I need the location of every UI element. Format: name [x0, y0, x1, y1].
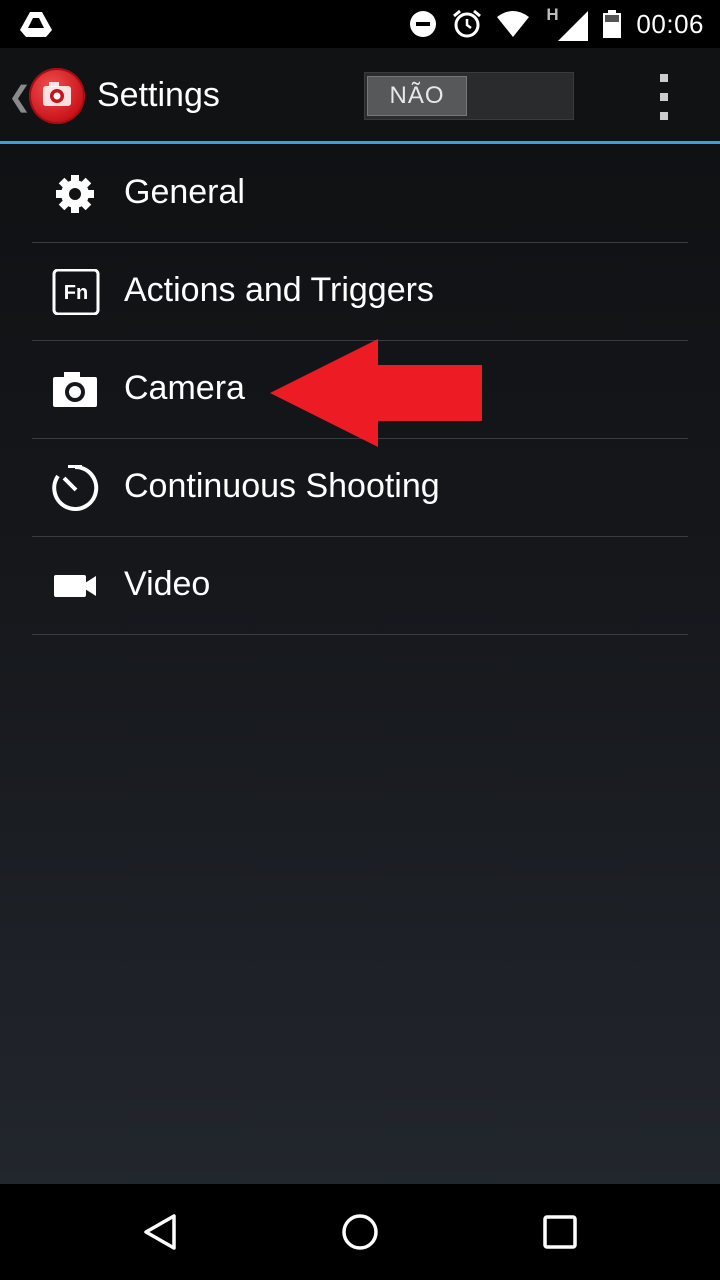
svg-text:Fn: Fn — [64, 282, 88, 304]
gear-icon — [56, 175, 94, 213]
recents-icon[interactable] — [538, 1210, 582, 1254]
menu-item-label: Continuous Shooting — [124, 467, 440, 505]
menu-item-continuous-shooting[interactable]: Continuous Shooting — [32, 439, 688, 537]
status-bar: H 00:06 — [0, 0, 720, 48]
wifi-icon — [497, 11, 530, 37]
do-not-disturb-icon — [410, 11, 437, 37]
master-switch[interactable]: NÃO — [364, 72, 574, 120]
action-bar: ❮ Settings NÃO — [0, 48, 720, 144]
home-icon[interactable] — [338, 1210, 382, 1254]
menu-item-label: Video — [124, 565, 211, 603]
menu-item-label: General — [124, 173, 245, 211]
page-title: Settings — [97, 76, 220, 114]
menu-item-actions-and-triggers[interactable]: Fn Actions and Triggers — [32, 243, 688, 341]
video-camera-icon — [54, 575, 96, 597]
switch-thumb[interactable]: NÃO — [367, 76, 467, 116]
menu-item-video[interactable]: Video — [32, 537, 688, 635]
alarm-icon — [453, 9, 482, 38]
google-drive-icon — [20, 12, 52, 37]
menu-item-label: Camera — [124, 369, 245, 407]
settings-content: General Fn Actions and Triggers Camera C… — [0, 144, 720, 1184]
switch-label: NÃO — [389, 82, 445, 109]
red-arrow-annotation — [270, 339, 482, 447]
fn-key-icon: Fn — [52, 269, 100, 315]
back-icon[interactable] — [138, 1210, 182, 1254]
camera-app-logo-icon[interactable] — [29, 68, 85, 124]
battery-icon — [603, 10, 622, 38]
status-icons: H 00:06 — [408, 0, 704, 48]
menu-item-label: Actions and Triggers — [124, 271, 434, 309]
cell-signal-icon: H — [544, 5, 589, 41]
overflow-menu-icon[interactable] — [644, 74, 684, 120]
timer-icon — [52, 465, 99, 511]
camera-icon — [53, 372, 97, 407]
navigation-bar — [0, 1184, 720, 1280]
clock: 00:06 — [636, 8, 704, 39]
up-caret-icon[interactable]: ❮ — [8, 80, 31, 113]
menu-item-general[interactable]: General — [32, 145, 688, 243]
